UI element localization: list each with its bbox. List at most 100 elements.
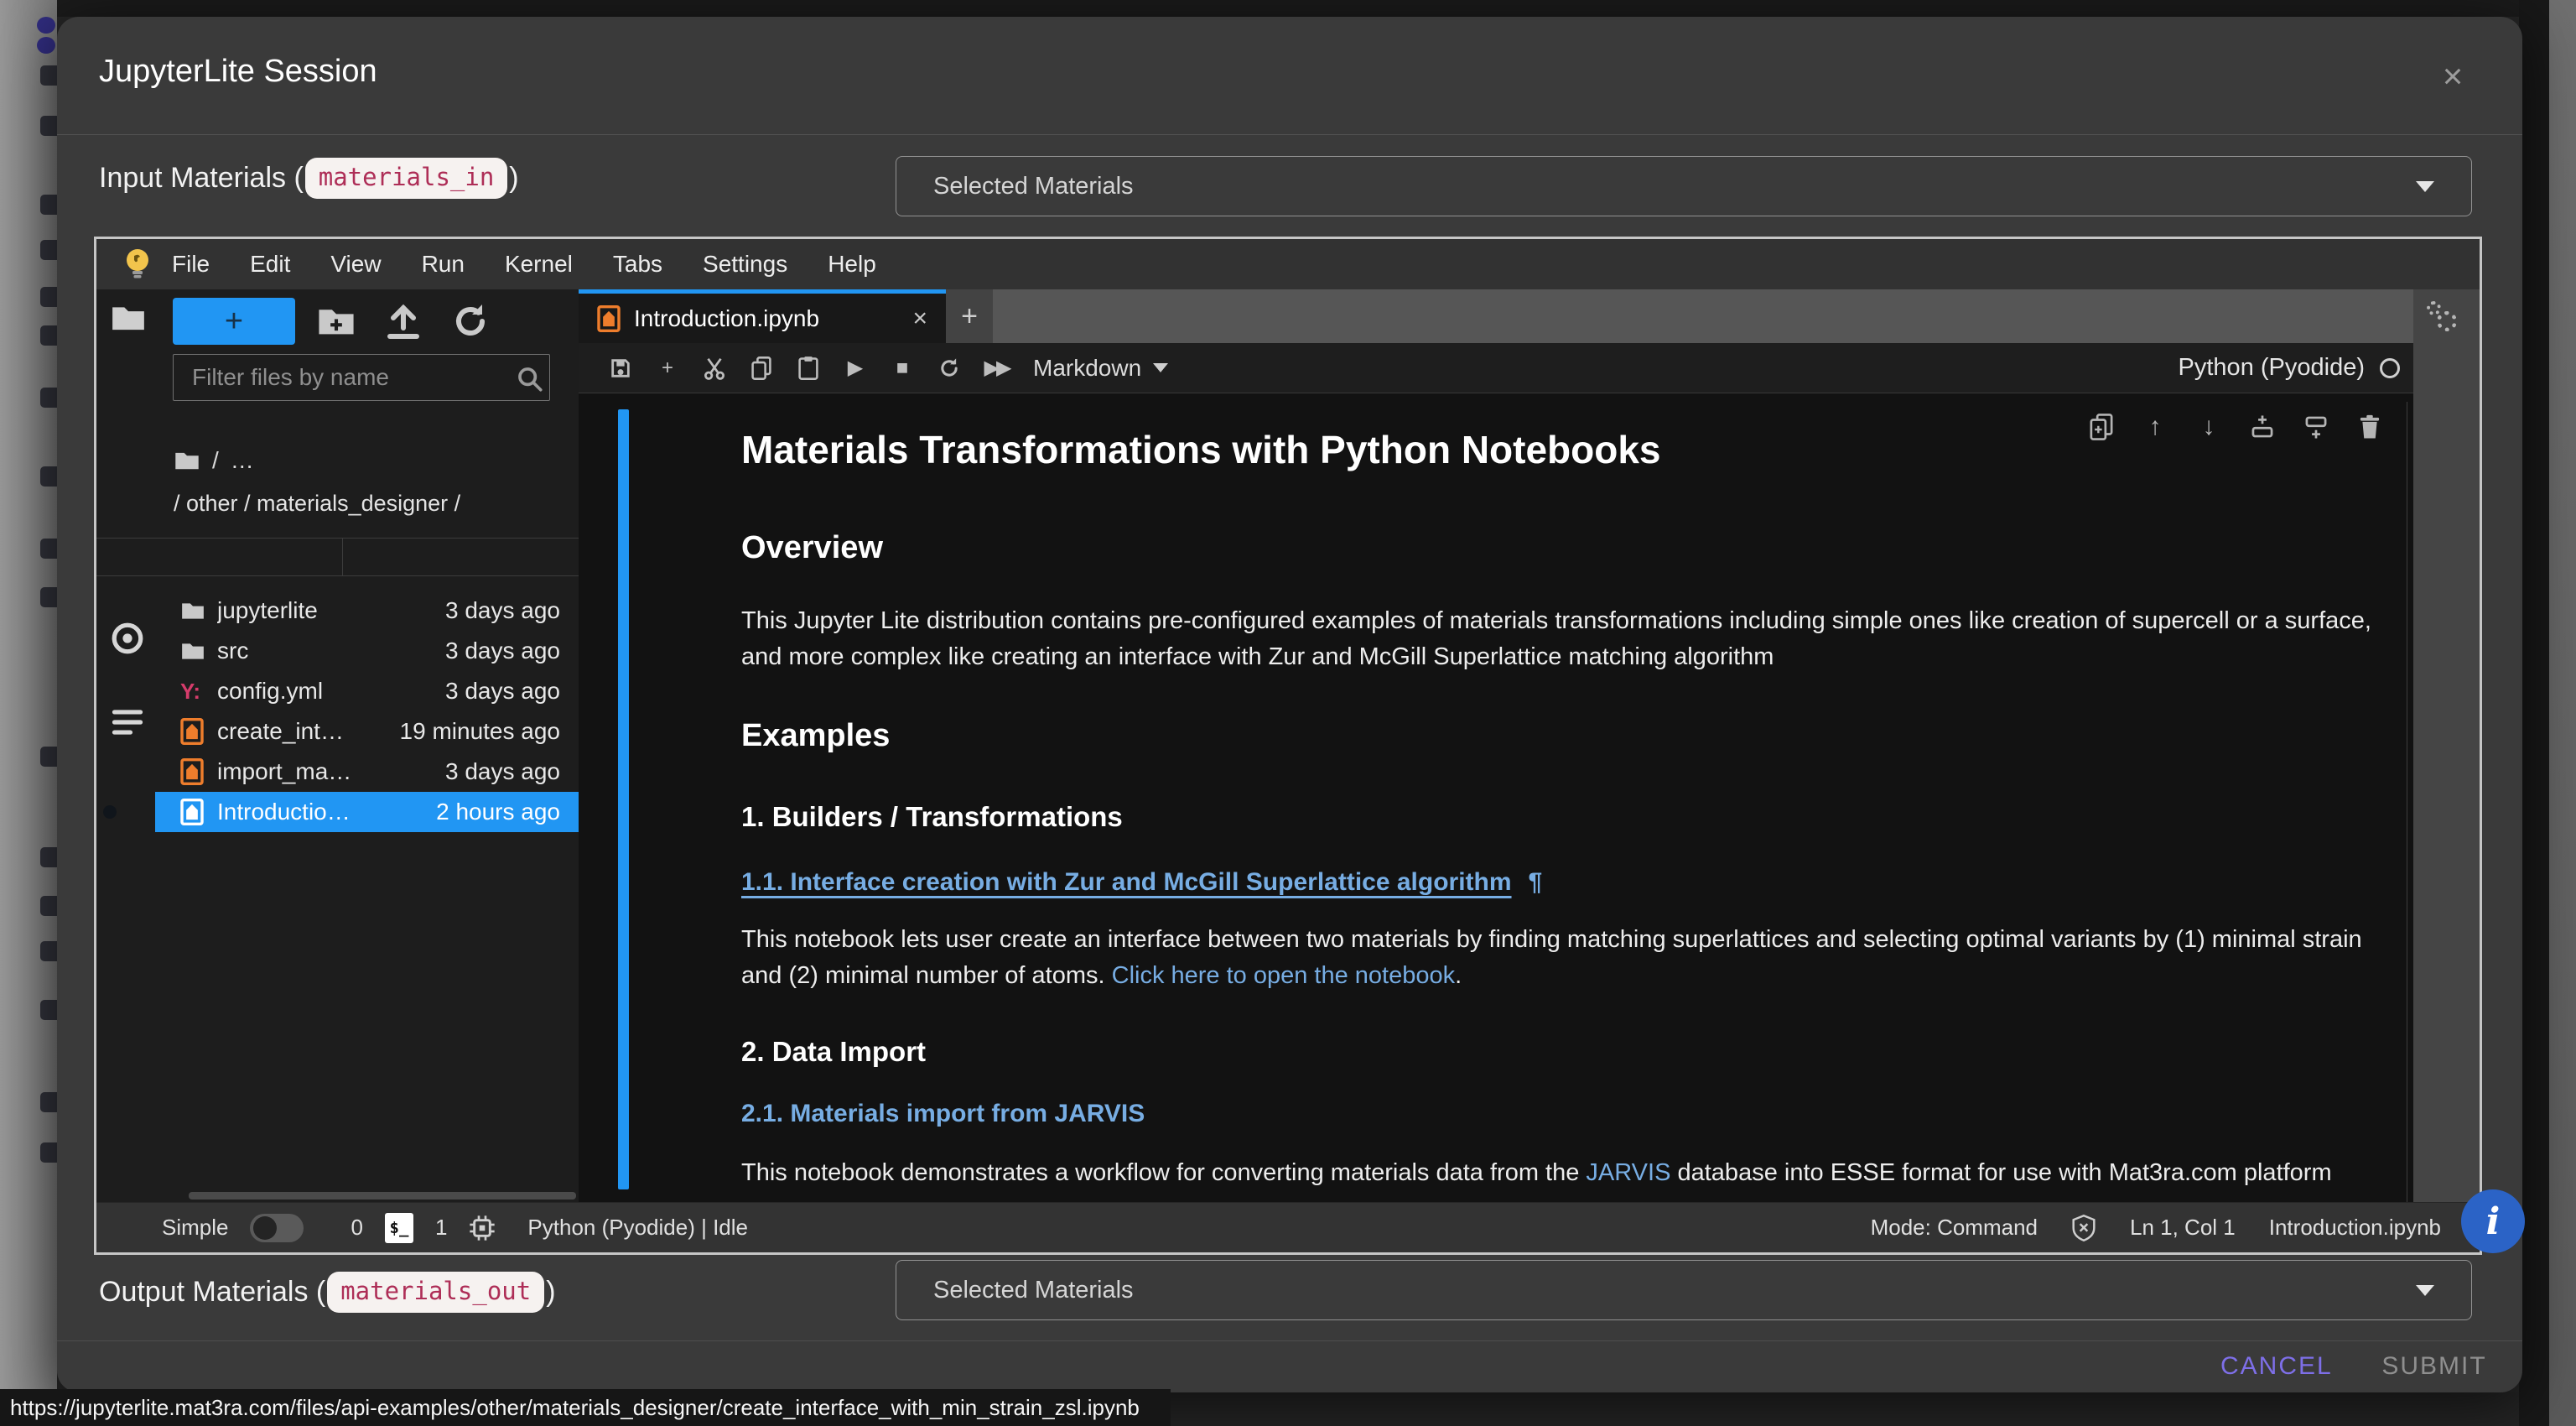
link-url-statusbar: https://jupyterlite.mat3ra.com/files/api… [0,1389,1171,1426]
column-divider [342,538,343,576]
new-tab-button[interactable]: + [946,289,993,343]
home-folder-icon[interactable] [174,449,200,472]
breadcrumb-path[interactable]: / other / materials_designer / [174,491,460,517]
menu-edit[interactable]: Edit [230,251,310,278]
output-materials-label-close: ) [546,1276,555,1309]
overview-paragraph: This Jupyter Lite distribution contains … [741,603,2389,675]
breadcrumb-ellipsis[interactable]: … [231,447,254,474]
delete-cell-icon[interactable] [2351,410,2388,444]
kernel-status-label: Python (Pyodide) | Idle [527,1215,748,1241]
menu-file[interactable]: File [152,251,230,278]
file-row-introductio-[interactable]: Introductio…2 hours ago [155,792,579,832]
dialog-title: JupyterLite Session [99,54,377,90]
background-sidebar [0,0,57,1426]
insert-cell-above-icon[interactable] [2244,410,2281,444]
file-name: jupyterlite [217,597,445,624]
file-row-jupyterlite[interactable]: jupyterlite3 days ago [155,591,579,631]
simple-mode-toggle[interactable] [250,1214,304,1242]
submit-button[interactable]: SUBMIT [2380,1347,2489,1386]
interface-paragraph: This notebook lets user create an interf… [741,922,2389,994]
refresh-icon[interactable] [450,301,491,341]
table-of-contents-icon[interactable] [110,706,145,738]
background-box-icon [40,388,57,408]
interface-heading: 1.1. Interface creation with Zur and McG… [741,868,1542,897]
chevron-down-icon [2416,181,2434,192]
background-flask-icon [40,325,57,346]
menu-help[interactable]: Help [808,251,896,278]
cursor-position-label[interactable]: Ln 1, Col 1 [2130,1215,2236,1241]
output-materials-label: Output Materials ( materials_out ) [99,1272,556,1313]
new-folder-icon[interactable] [316,301,356,341]
menu-run[interactable]: Run [402,251,485,278]
restart-kernel-icon[interactable] [926,350,973,387]
cancel-button[interactable]: CANCEL [2220,1347,2329,1386]
move-cell-up-icon[interactable]: ↑ [2137,410,2174,444]
interface-algorithm-link[interactable]: 1.1. Interface creation with Zur and McG… [741,868,1512,896]
folder-icon [180,600,205,622]
input-materials-label-text: Input Materials ( [99,162,304,195]
stop-kernel-icon[interactable]: ■ [879,350,926,387]
folder-tab-icon[interactable] [110,301,147,335]
horizontal-scrollbar[interactable] [189,1192,576,1200]
property-inspector-icon[interactable] [2427,301,2467,341]
dock-tab-bar: Introduction.ipynb × + [579,289,2413,343]
open-notebook-link[interactable]: Click here to open the notebook [1112,962,1456,989]
menu-kernel[interactable]: Kernel [485,251,593,278]
kernel-selector[interactable]: Python (Pyodide) [2179,354,2400,382]
tab-introduction-ipynb[interactable]: Introduction.ipynb × [579,289,946,343]
tab-close-icon[interactable]: × [912,304,927,333]
cell-collapser-bar[interactable] [618,409,629,1189]
close-icon[interactable]: × [2432,55,2474,97]
jupyter-statusbar: Simple 0 $_ 1 Python (Pyodide) | Idle Mo… [96,1202,2480,1252]
jarvis-paragraph: This notebook demonstrates a workflow fo… [741,1155,2332,1189]
terminal-icon[interactable]: $_ [385,1213,413,1243]
insert-cell-below-icon[interactable] [2298,410,2334,444]
kernels-count: 1 [435,1215,447,1241]
duplicate-cell-icon[interactable] [2083,410,2120,444]
new-launcher-button[interactable]: + [173,298,295,345]
running-kernels-icon[interactable] [110,621,145,656]
kernel-name-label: Python (Pyodide) [2179,354,2365,382]
anchor-pilcrow[interactable]: ¶ [1529,868,1543,896]
cut-cells-icon[interactable] [691,350,738,387]
file-row-config-yml[interactable]: Y:config.yml3 days ago [155,671,579,711]
file-row-src[interactable]: src3 days ago [155,631,579,671]
background-bank-icon [40,847,57,867]
folder-icon [180,640,205,662]
menu-settings[interactable]: Settings [683,251,808,278]
statusbar-filename: Introduction.ipynb [2269,1215,2441,1241]
file-modified: 2 hours ago [436,799,560,825]
info-button[interactable]: i [2461,1189,2525,1253]
insert-cell-icon[interactable]: + [644,350,691,387]
jarvis-link[interactable]: JARVIS [1586,1159,1670,1186]
breadcrumb[interactable]: / … [174,447,254,474]
file-row-create-int-[interactable]: create_int…19 minutes ago [155,711,579,752]
notebook-file-icon [180,758,204,785]
examples-heading: Examples [741,718,890,754]
command-mode-label[interactable]: Mode: Command [1871,1215,2038,1241]
menu-view[interactable]: View [310,251,401,278]
run-all-icon[interactable]: ▶▶ [973,350,1020,387]
breadcrumb-root[interactable]: / [212,447,219,474]
input-materials-dropdown[interactable]: Selected Materials [896,156,2472,216]
jupyterlite-logo [123,247,152,281]
move-cell-down-icon[interactable]: ↓ [2190,410,2227,444]
file-name: config.yml [217,678,445,705]
paste-cells-icon[interactable] [785,350,832,387]
run-cell-icon[interactable]: ▶ [832,350,879,387]
output-materials-dropdown[interactable]: Selected Materials [896,1260,2472,1320]
save-icon[interactable] [597,350,644,387]
notebook-content: ↑ ↓ Materials Transformations with Pytho… [579,393,2413,1202]
background-top-band [57,0,2576,17]
upload-icon[interactable] [383,301,423,341]
jarvis-import-link[interactable]: 2.1. Materials import from JARVIS [741,1100,1145,1127]
app-logo [37,17,57,55]
background-headset-icon [40,1142,57,1163]
search-icon [516,365,544,393]
cell-type-dropdown[interactable]: Markdown [1033,355,1168,382]
simple-mode-label: Simple [162,1215,228,1241]
copy-cells-icon[interactable] [738,350,785,387]
file-row-import-ma-[interactable]: import_ma…3 days ago [155,752,579,792]
filter-files-input[interactable] [173,354,550,401]
menu-tabs[interactable]: Tabs [593,251,683,278]
